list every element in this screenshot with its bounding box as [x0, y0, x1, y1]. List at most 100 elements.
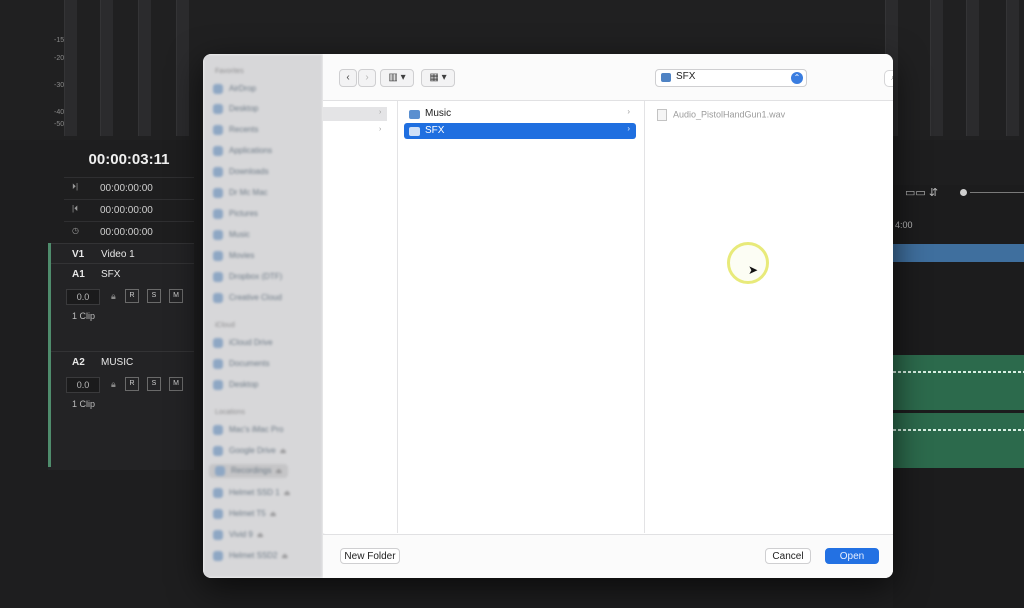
- eject-icon[interactable]: ⏏: [280, 448, 287, 455]
- drive-icon: [213, 551, 223, 561]
- new-folder-button[interactable]: New Folder: [340, 548, 400, 564]
- video-clip[interactable]: [893, 244, 1024, 262]
- mute-button[interactable]: M: [169, 377, 183, 391]
- duration-value[interactable]: 00:00:00:00: [100, 227, 153, 238]
- sidebar-item[interactable]: Helmet SSD2 ⏏: [213, 551, 288, 561]
- eject-icon[interactable]: ⏏: [270, 511, 277, 518]
- sidebar-item[interactable]: Desktop: [213, 104, 258, 114]
- track-header-a1[interactable]: A1 SFX 0.0 🔒︎ R S M 1 Clip: [48, 263, 194, 352]
- db-label: -30: [54, 82, 65, 89]
- lock-icon[interactable]: 🔒︎: [111, 291, 116, 302]
- dialog-toolbar: ‹ › ▥ ▾ ▦ ▾ SFX ⌃ ⌕: [323, 54, 893, 101]
- chevron-right-icon: ›: [379, 109, 382, 116]
- chevron-right-icon: ›: [627, 107, 630, 116]
- mute-button[interactable]: M: [169, 289, 183, 303]
- sidebar-item[interactable]: Documents: [213, 359, 269, 369]
- airdrop-icon: [213, 84, 223, 94]
- record-button[interactable]: R: [125, 377, 139, 391]
- sidebar-item-selected[interactable]: Recordings ⏏: [209, 464, 289, 478]
- sidebar-item[interactable]: Google Drive ⏏: [213, 446, 286, 456]
- sidebar-item[interactable]: Mac's iMac Pro: [213, 425, 283, 435]
- cancel-button[interactable]: Cancel: [765, 548, 811, 564]
- audio-clip[interactable]: [893, 413, 1024, 468]
- clip-count: 1 Clip: [72, 311, 96, 321]
- sidebar-item[interactable]: Vivid 9 ⏏: [213, 530, 264, 540]
- dialog-sidebar[interactable]: Favorites AirDrop Desktop Recents Applic…: [203, 54, 323, 578]
- eject-icon[interactable]: ⏏: [275, 468, 282, 475]
- in-point-value[interactable]: 00:00:00:00: [100, 183, 153, 194]
- track-name[interactable]: MUSIC: [101, 357, 133, 368]
- eject-icon[interactable]: ⏏: [281, 553, 288, 560]
- meter-column: [64, 0, 77, 136]
- zoom-slider-track[interactable]: [970, 192, 1024, 193]
- sidebar-item[interactable]: Desktop: [213, 380, 258, 390]
- track-volume[interactable]: 0.0: [66, 377, 100, 393]
- dropbox-icon: [213, 272, 223, 282]
- meter-column: [1006, 0, 1019, 136]
- sidebar-item[interactable]: Helmet T5 ⏏: [213, 509, 276, 519]
- group-mode-button[interactable]: ▦ ▾: [421, 69, 455, 87]
- record-button[interactable]: R: [125, 289, 139, 303]
- sidebar-heading: Favorites: [215, 68, 244, 75]
- track-volume[interactable]: 0.0: [66, 289, 100, 305]
- sidebar-item[interactable]: Downloads: [213, 167, 269, 177]
- folder-row-sfx[interactable]: SFX ›: [404, 123, 636, 139]
- sidebar-item[interactable]: Applications: [213, 146, 272, 156]
- sidebar-item[interactable]: Movies: [213, 251, 254, 261]
- recents-icon: [213, 125, 223, 135]
- timecode-display: 00:00:03:11: [88, 151, 170, 168]
- forward-button[interactable]: ›: [358, 69, 376, 87]
- downloads-icon: [213, 167, 223, 177]
- sidebar-item[interactable]: Dropbox (DTF): [213, 272, 282, 282]
- path-label: SFX: [676, 71, 696, 82]
- folder-icon: [409, 127, 420, 136]
- sidebar-item[interactable]: Dr Mc Mac: [213, 188, 268, 198]
- track-header-a2[interactable]: A2 MUSIC 0.0 🔒︎ R S M 1 Clip: [48, 351, 194, 470]
- chevron-updown-icon[interactable]: ⌃: [791, 72, 803, 84]
- folder-icon: [661, 73, 671, 82]
- chevron-right-icon: ›: [627, 124, 630, 133]
- browser-column-3[interactable]: Audio_PistolHandGun1.wav: [645, 101, 893, 533]
- drive-icon: [215, 466, 225, 476]
- back-button[interactable]: ‹: [339, 69, 357, 87]
- waveform: [893, 429, 1024, 431]
- eject-icon[interactable]: ⏏: [284, 490, 291, 497]
- track-name[interactable]: SFX: [101, 269, 120, 280]
- timeline-tools-icon[interactable]: ▭▭ ⇵: [905, 186, 938, 199]
- track-id: V1: [72, 249, 85, 260]
- browser-column-1[interactable]: › ›: [323, 101, 398, 533]
- drive-icon: [213, 509, 223, 519]
- path-popup[interactable]: SFX ⌃: [655, 69, 807, 87]
- solo-button[interactable]: S: [147, 289, 161, 303]
- open-button[interactable]: Open: [825, 548, 879, 564]
- sidebar-item[interactable]: Pictures: [213, 209, 258, 219]
- track-header-v1[interactable]: V1 Video 1: [48, 243, 194, 264]
- track-name[interactable]: Video 1: [101, 249, 135, 260]
- creative-cloud-icon: [213, 293, 223, 303]
- search-field[interactable]: ⌕: [884, 70, 893, 87]
- sidebar-heading: Locations: [215, 409, 245, 416]
- pictures-icon: [213, 209, 223, 219]
- lock-icon[interactable]: 🔒︎: [111, 379, 116, 390]
- browser-column-2[interactable]: Music › SFX ›: [398, 101, 645, 533]
- dialog-footer: New Folder Cancel Open: [323, 534, 893, 578]
- sidebar-item[interactable]: iCloud Drive: [213, 338, 273, 348]
- out-point-value[interactable]: 00:00:00:00: [100, 205, 153, 216]
- db-label: -50: [54, 121, 65, 128]
- meter-column: [100, 0, 113, 136]
- solo-button[interactable]: S: [147, 377, 161, 391]
- sidebar-item[interactable]: AirDrop: [213, 84, 256, 94]
- out-point-icon: |⏴: [72, 204, 79, 213]
- audio-clip[interactable]: [893, 355, 1024, 410]
- view-mode-button[interactable]: ▥ ▾: [380, 69, 414, 87]
- folder-row-music[interactable]: Music ›: [404, 106, 636, 122]
- zoom-slider-handle[interactable]: [960, 189, 967, 196]
- sidebar-item[interactable]: Recents: [213, 125, 258, 135]
- sidebar-item[interactable]: Creative Cloud: [213, 293, 282, 303]
- file-row[interactable]: Audio_PistolHandGun1.wav: [657, 109, 785, 121]
- sidebar-item[interactable]: Helmet SSD 1 ⏏: [213, 488, 290, 498]
- eject-icon[interactable]: ⏏: [257, 532, 264, 539]
- audio-file-icon: [657, 109, 667, 121]
- column-1-selected-row[interactable]: [323, 107, 387, 121]
- sidebar-item[interactable]: Music: [213, 230, 250, 240]
